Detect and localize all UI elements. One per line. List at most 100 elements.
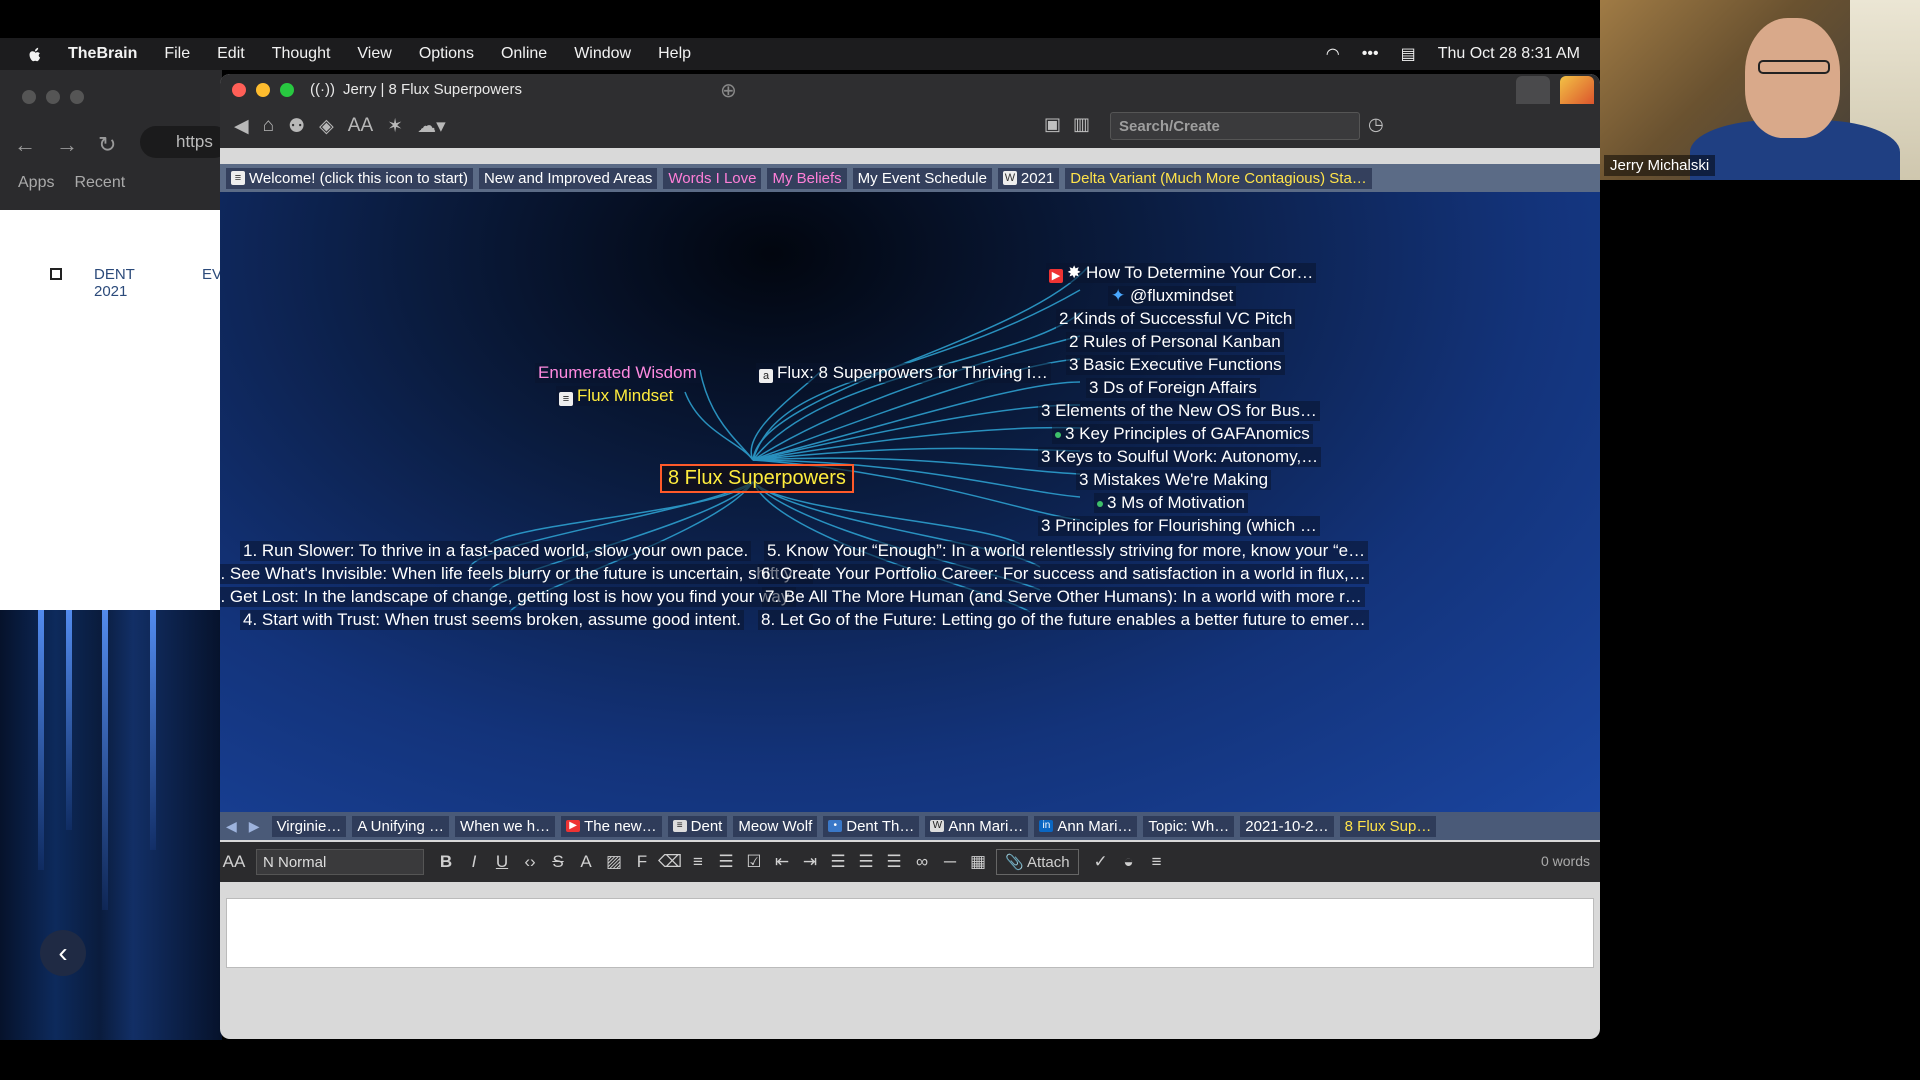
sibling-thought[interactable]: 2 Kinds of Successful VC Pitch [1056,309,1296,329]
pin-my-beliefs[interactable]: My Beliefs [767,167,847,189]
browser-close-dot[interactable] [22,90,36,104]
menu-view[interactable]: View [357,45,391,63]
history-item[interactable]: Meow Wolf [733,815,818,837]
sibling-thought[interactable]: 3 Keys to Soulful Work: Autonomy,… [1038,447,1322,467]
font-size-icon[interactable]: AA [220,852,248,872]
history-item[interactable]: A Unifying … [352,815,450,837]
window-close-button[interactable] [232,83,246,97]
sibling-thought[interactable]: ▶ ✸ How To Determine Your Cor… [1046,263,1317,283]
menu-window[interactable]: Window [574,45,631,63]
window-minimize-button[interactable] [256,83,270,97]
child-thought[interactable]: 3. Get Lost: In the landscape of change,… [220,587,796,607]
history-item[interactable]: Topic: Wh… [1143,815,1235,837]
history-forward-icon[interactable]: ▶ [249,818,260,835]
highlight-icon[interactable]: ▨ [600,852,628,872]
sibling-thought[interactable]: 3 Elements of the New OS for Bus… [1038,401,1320,421]
child-thought[interactable]: 8. Let Go of the Future: Letting go of t… [758,610,1369,630]
new-tab-icon[interactable]: ⊕ [720,78,737,103]
numbered-list-icon[interactable]: ☰ [712,852,740,872]
history-item[interactable]: ≡ Dent [667,815,728,837]
reload-icon[interactable]: ↻ [98,132,116,158]
page-nav-ev[interactable]: EV [202,266,222,300]
menu-edit[interactable]: Edit [217,45,245,63]
horizontal-rule-icon[interactable]: ─ [936,852,964,872]
eraser-icon[interactable]: ⌫ [656,852,684,872]
layout-bottom-icon[interactable]: ▣ [1044,114,1061,135]
link-icon[interactable]: ∞ [908,852,936,872]
cloud-icon[interactable]: ☁▾ [417,115,446,138]
chevron-left-icon[interactable]: ‹ [40,930,86,976]
browser-zoom-dot[interactable] [70,90,84,104]
attach-button[interactable]: 📎 Attach [996,849,1079,875]
history-item[interactable]: • Dent Th… [823,815,920,837]
parent-thought[interactable]: ≡ Flux Mindset [556,386,677,406]
history-back-icon[interactable]: ◀ [226,818,237,835]
paragraph-style-select[interactable]: N Normal [256,849,424,875]
tag-icon[interactable]: ◈ [319,115,334,138]
child-thought[interactable]: 7. Be All The More Human (and Serve Othe… [762,587,1365,607]
font-size-icon[interactable]: AA [348,115,373,137]
menu-app-name[interactable]: TheBrain [68,45,137,63]
pin-2021[interactable]: W 2021 [997,167,1060,189]
table-icon[interactable]: ▦ [964,852,992,872]
pin-words-i-love[interactable]: Words I Love [663,167,762,189]
align-left-icon[interactable]: ☰ [824,852,852,872]
sibling-thought[interactable]: ✦ @fluxmindset [1108,286,1237,306]
bold-icon[interactable]: B [432,852,460,872]
history-item[interactable]: When we h… [455,815,556,837]
checkbox-icon[interactable]: ☑ [740,852,768,872]
notes-editor[interactable] [226,898,1594,968]
search-create-input[interactable]: Search/Create [1110,112,1360,140]
wifi-icon[interactable]: ◠ [1326,44,1340,64]
pin-welcome[interactable]: ≡ Welcome! (click this icon to start) [226,167,473,189]
child-thought[interactable]: 4. Start with Trust: When trust seems br… [240,610,744,630]
menu-thought[interactable]: Thought [272,45,331,63]
child-thought[interactable]: 2. See What's Invisible: When life feels… [220,564,813,584]
bookmark-apps[interactable]: Apps [18,174,54,192]
sibling-thought[interactable]: 3 Basic Executive Functions [1066,355,1285,375]
strikethrough-icon[interactable]: S [544,852,572,872]
sibling-thought[interactable]: 3 Ds of Foreign Affairs [1086,378,1260,398]
history-item[interactable]: in Ann Mari… [1034,815,1138,837]
pin-new-areas[interactable]: New and Improved Areas [478,167,658,189]
apple-icon[interactable] [26,45,44,63]
bullet-list-icon[interactable]: ≡ [684,852,712,872]
incognito-icon[interactable]: ◒ [1115,852,1143,872]
sibling-thought[interactable]: 3 Mistakes We're Making [1076,470,1272,490]
align-right-icon[interactable]: ☰ [880,852,908,872]
pin-delta-variant[interactable]: Delta Variant (Much More Contagious) Sta… [1065,167,1372,189]
menu-icon[interactable]: ≡ [1143,852,1171,872]
bookmark-recent[interactable]: Recent [74,174,125,192]
parent-thought[interactable]: Enumerated Wisdom [535,363,700,383]
text-color-icon[interactable]: A [572,852,600,872]
italic-icon[interactable]: I [460,852,488,872]
page-checkbox[interactable] [50,268,62,280]
history-item[interactable]: ▶ The new… [561,815,662,837]
history-item[interactable]: W Ann Mari… [925,815,1029,837]
brain-tab[interactable]: ((·)) Jerry | 8 Flux Superpowers [310,74,700,104]
active-thought[interactable]: 8 Flux Superpowers [660,464,854,493]
outdent-icon[interactable]: ⇤ [768,852,796,872]
sibling-thought[interactable]: 2 Rules of Personal Kanban [1066,332,1284,352]
back-icon[interactable]: ◀ [234,115,249,138]
menu-options[interactable]: Options [419,45,474,63]
menubar-datetime[interactable]: Thu Oct 28 8:31 AM [1438,45,1580,63]
menu-file[interactable]: File [164,45,190,63]
layout-icon[interactable]: ✶ [387,115,403,138]
sibling-thought[interactable]: 3 Principles for Flourishing (which … [1038,516,1320,536]
history-item-current[interactable]: 8 Flux Sup… [1339,815,1437,837]
back-arrow-icon[interactable]: ← [14,132,36,158]
underline-icon[interactable]: U [488,852,516,872]
code-icon[interactable]: ‹› [516,852,544,872]
menu-online[interactable]: Online [501,45,547,63]
sibling-thought[interactable]: 3 Key Principles of GAFAnomics [1052,424,1313,444]
menu-help[interactable]: Help [658,45,691,63]
spellcheck-icon[interactable]: ✓ [1087,852,1115,872]
page-nav-dent[interactable]: DENT 2021 [94,266,162,300]
child-thought[interactable]: 1. Run Slower: To thrive in a fast-paced… [240,541,752,561]
font-icon[interactable]: F [628,852,656,872]
history-item[interactable]: Virginie… [271,815,347,837]
history-item[interactable]: 2021-10-2… [1240,815,1334,837]
child-thought[interactable]: 5. Know Your “Enough”: In a world relent… [764,541,1369,561]
history-clock-icon[interactable]: ◷ [1368,114,1384,135]
